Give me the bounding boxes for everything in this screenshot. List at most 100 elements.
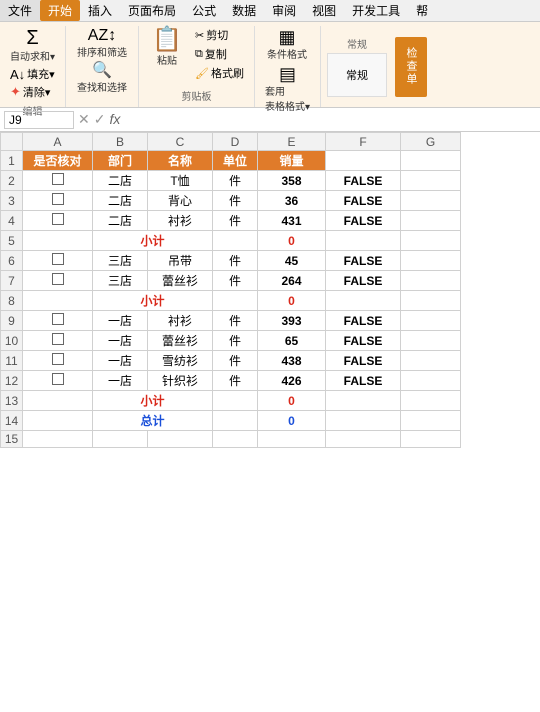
cell-c11[interactable]: 雪纺衫: [148, 351, 213, 371]
cell-d12[interactable]: 件: [213, 371, 258, 391]
cell-g13[interactable]: [401, 391, 461, 411]
cell-g10[interactable]: [401, 331, 461, 351]
cell-c6[interactable]: 吊带: [148, 251, 213, 271]
menu-formula[interactable]: 公式: [184, 0, 224, 21]
cell-f11[interactable]: FALSE: [326, 351, 401, 371]
cell-b6[interactable]: 三店: [93, 251, 148, 271]
formula-input[interactable]: [124, 113, 536, 127]
checkbox-12[interactable]: [52, 373, 64, 385]
cell-g11[interactable]: [401, 351, 461, 371]
cell-c9[interactable]: 衬衫: [148, 311, 213, 331]
cell-a5[interactable]: [23, 231, 93, 251]
col-header-b[interactable]: B: [93, 133, 148, 151]
cell-d4[interactable]: 件: [213, 211, 258, 231]
cell-e5-subtotal-val[interactable]: 0: [258, 231, 326, 251]
cell-c3[interactable]: 背心: [148, 191, 213, 211]
cell-e3[interactable]: 36: [258, 191, 326, 211]
cell-b10[interactable]: 一店: [93, 331, 148, 351]
checkbox-10[interactable]: [52, 333, 64, 345]
cell-g4[interactable]: [401, 211, 461, 231]
cell-e9[interactable]: 393: [258, 311, 326, 331]
cell-reference[interactable]: J9: [4, 111, 74, 129]
cell-a14[interactable]: [23, 411, 93, 431]
cell-e6[interactable]: 45: [258, 251, 326, 271]
cell-e8-subtotal-val[interactable]: 0: [258, 291, 326, 311]
cell-b15[interactable]: [93, 431, 148, 448]
cell-d14[interactable]: [213, 411, 258, 431]
cell-d7[interactable]: 件: [213, 271, 258, 291]
cell-d6[interactable]: 件: [213, 251, 258, 271]
cell-b1[interactable]: 部门: [93, 151, 148, 171]
cell-f2[interactable]: FALSE: [326, 171, 401, 191]
cell-g5[interactable]: [401, 231, 461, 251]
cell-d1[interactable]: 单位: [213, 151, 258, 171]
menu-page-layout[interactable]: 页面布局: [120, 0, 184, 21]
cell-d2[interactable]: 件: [213, 171, 258, 191]
cell-g3[interactable]: [401, 191, 461, 211]
cell-e14-total-val[interactable]: 0: [258, 411, 326, 431]
col-header-c[interactable]: C: [148, 133, 213, 151]
cell-g2[interactable]: [401, 171, 461, 191]
cell-e1[interactable]: 销量: [258, 151, 326, 171]
cell-bc13-subtotal[interactable]: 小计: [93, 391, 213, 411]
cell-a7[interactable]: [23, 271, 93, 291]
cell-a2[interactable]: [23, 171, 93, 191]
cell-b11[interactable]: 一店: [93, 351, 148, 371]
checkbox-9[interactable]: [52, 313, 64, 325]
cell-f14[interactable]: [326, 411, 401, 431]
col-header-d[interactable]: D: [213, 133, 258, 151]
cell-c2[interactable]: T恤: [148, 171, 213, 191]
clear-button[interactable]: ✦ 清除▾: [6, 83, 54, 101]
cell-d11[interactable]: 件: [213, 351, 258, 371]
cell-bc5-subtotal[interactable]: 小计: [93, 231, 213, 251]
cell-f8[interactable]: [326, 291, 401, 311]
cell-a9[interactable]: [23, 311, 93, 331]
formula-confirm-icon[interactable]: ✓: [94, 111, 106, 128]
menu-data[interactable]: 数据: [224, 0, 264, 21]
menu-home[interactable]: 开始: [40, 0, 80, 21]
col-header-g[interactable]: G: [401, 133, 461, 151]
cell-bc8-subtotal[interactable]: 小计: [93, 291, 213, 311]
cell-a1[interactable]: 是否核对: [23, 151, 93, 171]
cell-d8[interactable]: [213, 291, 258, 311]
col-header-f[interactable]: F: [326, 133, 401, 151]
checkbox-6[interactable]: [52, 253, 64, 265]
cell-d15[interactable]: [213, 431, 258, 448]
cell-g9[interactable]: [401, 311, 461, 331]
autosum-button[interactable]: Σ 自动求和▾: [6, 26, 59, 65]
sort-filter-button[interactable]: AZ↕ 排序和筛选: [72, 26, 132, 61]
menu-more[interactable]: 帮: [408, 0, 436, 21]
format-painter-button[interactable]: 🖌 格式刷: [191, 64, 248, 82]
cell-c12[interactable]: 针织衫: [148, 371, 213, 391]
cell-f12[interactable]: FALSE: [326, 371, 401, 391]
cell-b3[interactable]: 二店: [93, 191, 148, 211]
cell-g6[interactable]: [401, 251, 461, 271]
cell-c10[interactable]: 蕾丝衫: [148, 331, 213, 351]
cell-d3[interactable]: 件: [213, 191, 258, 211]
cell-f1[interactable]: [326, 151, 401, 171]
cell-d5[interactable]: [213, 231, 258, 251]
cell-f6[interactable]: FALSE: [326, 251, 401, 271]
col-header-a[interactable]: A: [23, 133, 93, 151]
cell-g14[interactable]: [401, 411, 461, 431]
cell-f4[interactable]: FALSE: [326, 211, 401, 231]
cell-g7[interactable]: [401, 271, 461, 291]
menu-developer[interactable]: 开发工具: [344, 0, 408, 21]
cell-d9[interactable]: 件: [213, 311, 258, 331]
cell-a6[interactable]: [23, 251, 93, 271]
cell-f13[interactable]: [326, 391, 401, 411]
cell-e12[interactable]: 426: [258, 371, 326, 391]
checkbox-3[interactable]: [52, 193, 64, 205]
cell-a11[interactable]: [23, 351, 93, 371]
menu-insert[interactable]: 插入: [80, 0, 120, 21]
check-single-button[interactable]: 检查单: [395, 37, 427, 97]
cell-a12[interactable]: [23, 371, 93, 391]
cell-e4[interactable]: 431: [258, 211, 326, 231]
cell-e15[interactable]: [258, 431, 326, 448]
menu-view[interactable]: 视图: [304, 0, 344, 21]
cell-b7[interactable]: 三店: [93, 271, 148, 291]
cut-button[interactable]: ✂ 剪切: [191, 26, 248, 44]
cell-f3[interactable]: FALSE: [326, 191, 401, 211]
cell-e13-subtotal-val[interactable]: 0: [258, 391, 326, 411]
cell-f10[interactable]: FALSE: [326, 331, 401, 351]
